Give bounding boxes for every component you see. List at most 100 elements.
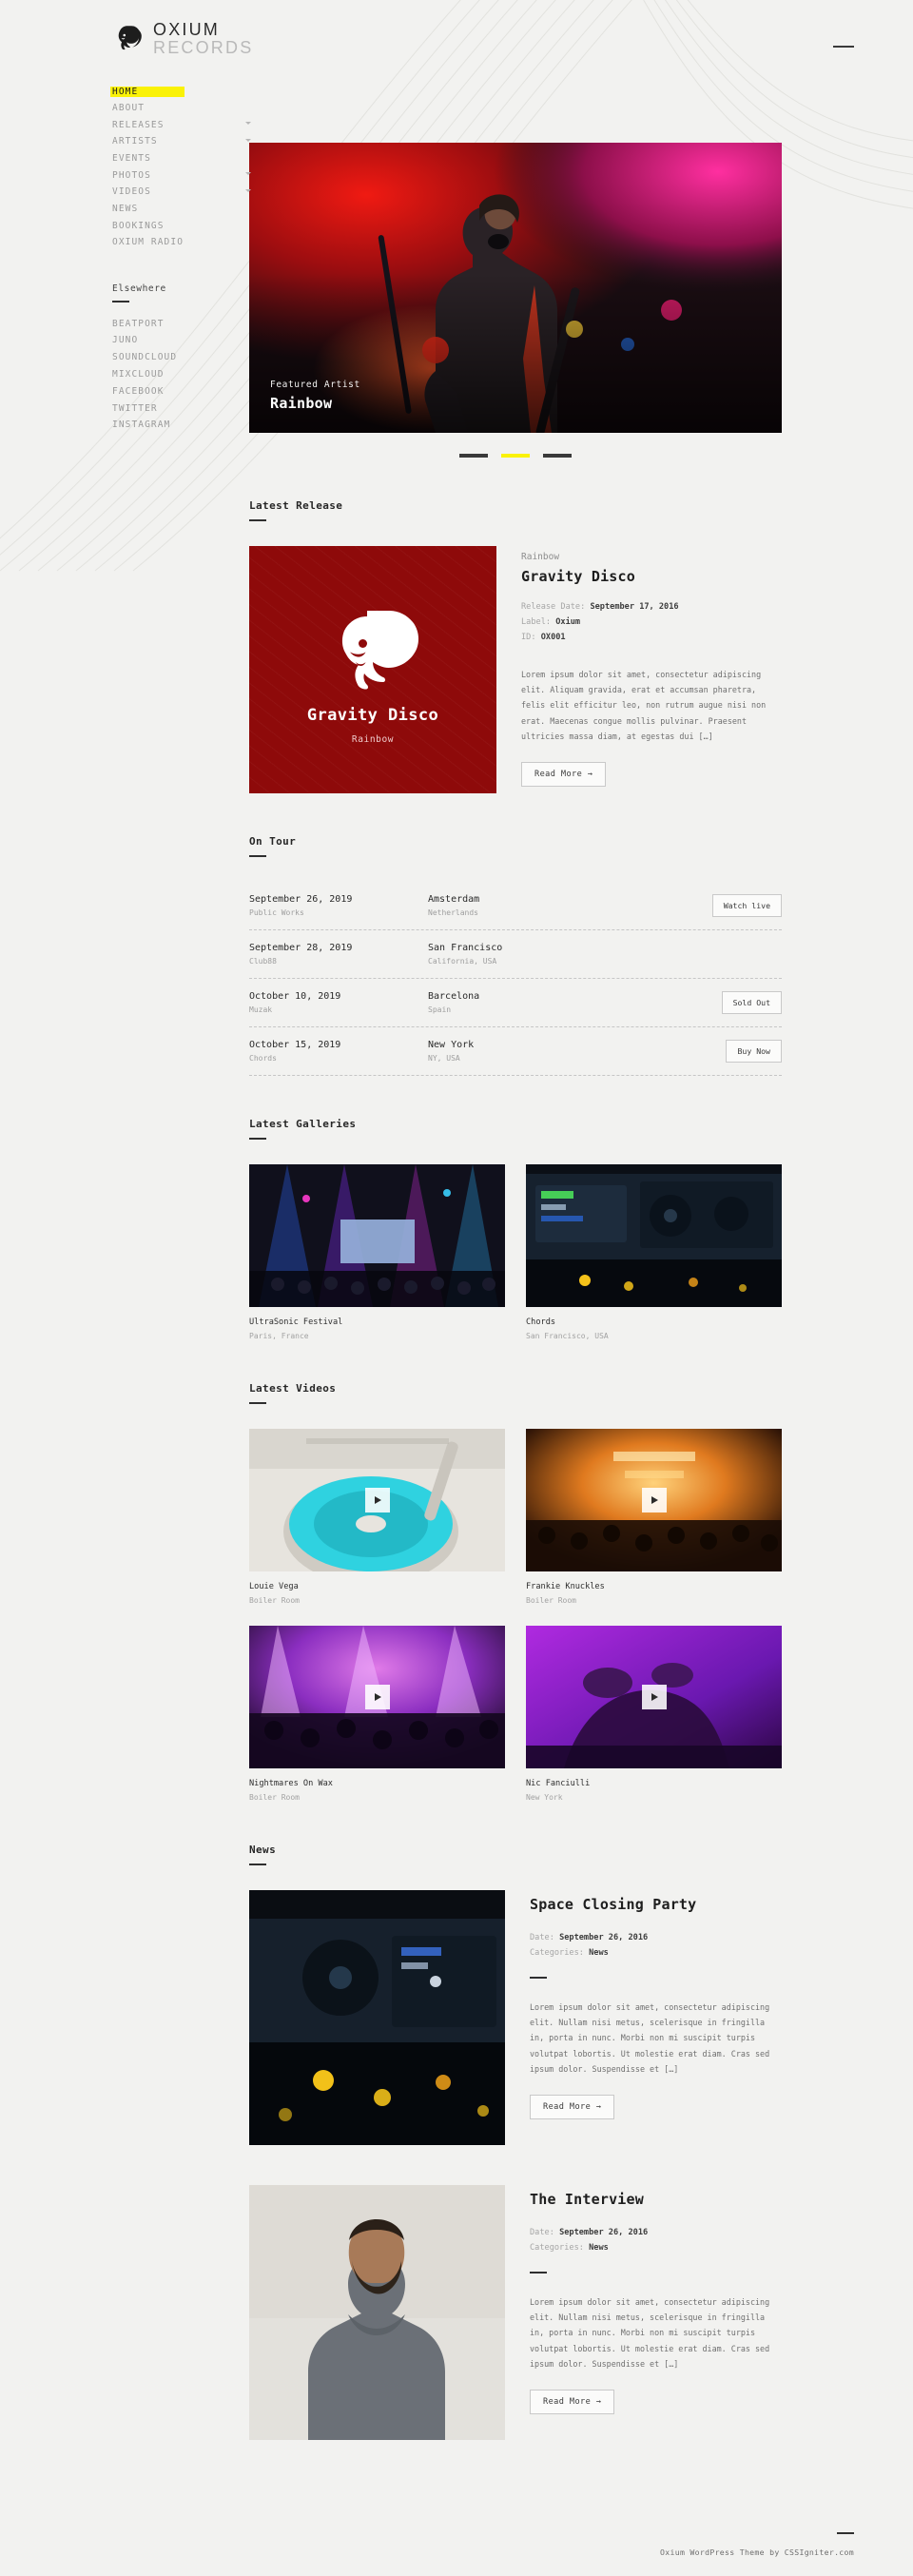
sidebar-item-home[interactable]: HOME [110, 84, 255, 101]
sidebar-item-beatport[interactable]: BEATPORT [112, 315, 255, 332]
video-subtitle: Boiler Room [526, 1596, 576, 1605]
sidebar-item-artists[interactable]: ARTISTS [112, 134, 255, 151]
chevron-down-icon [245, 172, 251, 176]
sidebar-item-mixcloud[interactable]: MIXCLOUD [112, 366, 255, 383]
sidebar-item-twitter[interactable]: TWITTER [112, 400, 255, 417]
sidebar-item-bookings[interactable]: BOOKINGS [112, 218, 255, 235]
tour-city: Amsterdam [428, 894, 480, 905]
on-tour-section: On Tour September 26, 2019 Public Works … [249, 835, 782, 1076]
sidebar-item-news[interactable]: NEWS [112, 201, 255, 218]
section-rule [249, 1402, 266, 1404]
gallery-thumbnail[interactable] [526, 1164, 782, 1307]
list-item[interactable]: UltraSonic Festival Paris, France [249, 1164, 505, 1340]
meta-label: Label: [521, 616, 552, 627]
logo-line-2: RECORDS [153, 38, 254, 57]
tour-location: San Francisco California, USA [428, 943, 690, 966]
gallery-title: UltraSonic Festival [249, 1317, 343, 1327]
section-title-latest-videos: Latest Videos [249, 1382, 337, 1395]
gallery-subtitle: San Francisco, USA [526, 1332, 609, 1340]
news-read-more-button[interactable]: Read More → [530, 2389, 615, 2414]
sidebar-item-about[interactable]: ABOUT [112, 101, 255, 118]
tour-date: October 15, 2019 Chords [249, 1040, 428, 1063]
list-item[interactable]: Frankie Knuckles Boiler Room [526, 1429, 782, 1605]
table-row: September 26, 2019 Public Works Amsterda… [249, 882, 782, 929]
tour-date-value: October 15, 2019 [249, 1040, 341, 1050]
sidebar-item-oxium-radio[interactable]: OXIUM RADIO [112, 235, 255, 252]
list-item[interactable]: Chords San Francisco, USA [526, 1164, 782, 1340]
tour-action: Sold Out [690, 991, 782, 1014]
tour-list: September 26, 2019 Public Works Amsterda… [249, 882, 782, 1076]
video-thumbnail[interactable] [249, 1429, 505, 1571]
primary-nav: HOME ABOUT RELEASES ARTISTS EVENTS PHOTO… [110, 84, 255, 252]
news-image[interactable] [249, 1890, 505, 2145]
footer-credit: Oxium WordPress Theme by CSSIgniter.com [660, 2547, 854, 2557]
play-icon[interactable] [641, 1685, 667, 1709]
nav-label: PHOTOS [112, 169, 151, 181]
video-thumbnail[interactable] [526, 1626, 782, 1768]
slider-dot-3[interactable] [543, 454, 572, 458]
sidebar-item-photos[interactable]: PHOTOS [112, 167, 255, 185]
table-row: October 15, 2019 Chords New York NY, USA… [249, 1027, 782, 1075]
video-subtitle: Boiler Room [249, 1596, 300, 1605]
row-divider [249, 1075, 782, 1076]
news-body: The Interview Date: September 26, 2016 C… [530, 2185, 782, 2440]
play-icon[interactable] [364, 1488, 390, 1512]
release-read-more-button[interactable]: Read More → [521, 761, 607, 787]
gallery-title: Chords [526, 1317, 556, 1327]
hero-eyebrow: Featured Artist [270, 380, 360, 390]
artwork-subtitle: Rainbow [351, 734, 395, 745]
hero-caption: Featured Artist Rainbow [270, 380, 360, 412]
news-read-more-button[interactable]: Read More → [530, 2094, 615, 2119]
meta-value: Oxium [555, 616, 581, 627]
sidebar-item-juno[interactable]: JUNO [112, 332, 255, 349]
video-subtitle: New York [526, 1793, 563, 1802]
video-subtitle: Boiler Room [249, 1793, 300, 1802]
video-title: Nic Fanciulli [526, 1779, 591, 1788]
news-meta-date: Date: September 26, 2016 [530, 1930, 782, 1945]
sold-out-button[interactable]: Sold Out [721, 991, 782, 1014]
site-logo[interactable]: OXIUM RECORDS [112, 21, 253, 56]
lion-head-icon [112, 23, 145, 55]
news-meta-date: Date: September 26, 2016 [530, 2225, 782, 2240]
list-item[interactable]: Nightmares On Wax Boiler Room [249, 1626, 505, 1802]
sidebar-item-facebook[interactable]: FACEBOOK [112, 382, 255, 400]
release-artwork[interactable]: Gravity Disco Rainbow [249, 546, 496, 793]
section-title-latest-release: Latest Release [249, 499, 343, 512]
video-thumbnail[interactable] [526, 1429, 782, 1571]
news-image[interactable] [249, 2185, 505, 2440]
watch-live-button[interactable]: Watch live [711, 894, 782, 917]
page-root: OXIUM RECORDS HOME ABOUT RELEASES ARTIST… [0, 0, 913, 2576]
sidebar-item-soundcloud[interactable]: SOUNDCLOUD [112, 349, 255, 366]
video-thumbnail[interactable] [249, 1626, 505, 1768]
meta-label: Date: [530, 1933, 554, 1942]
chevron-down-icon [245, 122, 251, 126]
news-excerpt: Lorem ipsum dolor sit amet, consectetur … [530, 2001, 770, 2075]
nav-label: HOME [112, 86, 139, 97]
nav-label: NEWS [112, 203, 139, 214]
tour-region: NY, USA [428, 1054, 460, 1063]
news-section: News Space Closing Party Date: September… [249, 1844, 782, 2440]
slider-dot-2[interactable] [501, 454, 530, 458]
gallery-thumbnail[interactable] [249, 1164, 505, 1307]
release-row: Gravity Disco Rainbow Rainbow Gravity Di… [249, 546, 782, 793]
menu-bar-icon[interactable] [833, 46, 854, 48]
section-title-news: News [249, 1844, 277, 1856]
play-icon[interactable] [641, 1488, 667, 1512]
hero-title: Rainbow [270, 395, 333, 412]
tour-action: Buy Now [690, 1040, 782, 1063]
news-meta-categories: Categories: News [530, 1945, 782, 1961]
sidebar-item-videos[interactable]: VIDEOS [112, 185, 255, 202]
latest-videos-section: Latest Videos Louie Vega Boiler Room Fra… [249, 1382, 782, 1802]
slider-dot-1[interactable] [459, 454, 488, 458]
hero-slider[interactable]: Featured Artist Rainbow [249, 143, 782, 433]
play-icon[interactable] [364, 1685, 390, 1709]
tour-region: Spain [428, 1005, 452, 1014]
sidebar-item-events[interactable]: EVENTS [112, 151, 255, 168]
buy-now-button[interactable]: Buy Now [726, 1040, 782, 1063]
sidebar-item-instagram[interactable]: INSTAGRAM [112, 417, 255, 434]
meta-value: News [589, 2243, 609, 2254]
sidebar-item-releases[interactable]: RELEASES [112, 117, 255, 134]
meta-label: Categories: [530, 2243, 584, 2254]
list-item[interactable]: Nic Fanciulli New York [526, 1626, 782, 1802]
list-item[interactable]: Louie Vega Boiler Room [249, 1429, 505, 1605]
